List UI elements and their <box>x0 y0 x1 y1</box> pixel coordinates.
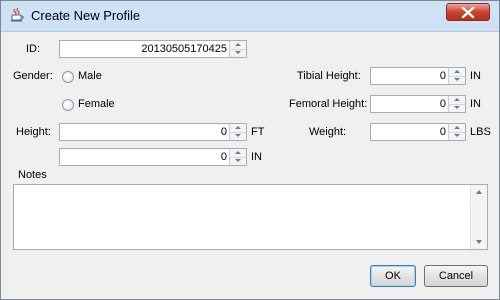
height-in-spinner-arrows <box>229 149 246 165</box>
femoral-spinner-arrows <box>448 96 465 112</box>
tibial-height-unit: IN <box>470 70 481 82</box>
chevron-up-icon <box>235 126 241 129</box>
tibial-spinner-arrows <box>448 68 465 84</box>
id-value[interactable]: 20130505170425 <box>141 43 227 55</box>
height-label: Height: <box>16 126 51 138</box>
femoral-height-label: Femoral Height: <box>289 98 368 110</box>
femoral-decrement-button[interactable] <box>449 104 465 112</box>
chevron-up-icon <box>235 43 241 46</box>
title-bar[interactable]: Create New Profile <box>1 1 499 32</box>
tibial-decrement-button[interactable] <box>449 76 465 84</box>
id-spinner[interactable]: 20130505170425 <box>59 40 247 58</box>
weight-spinner[interactable]: 0 <box>370 123 466 141</box>
weight-label: Weight: <box>309 126 347 138</box>
tibial-height-spinner[interactable]: 0 <box>370 67 466 85</box>
weight-value[interactable]: 0 <box>440 126 446 138</box>
chevron-down-icon <box>454 78 460 81</box>
gender-female-label[interactable]: Female <box>78 98 115 110</box>
tibial-height-label: Tibial Height: <box>297 70 361 82</box>
gender-male-label[interactable]: Male <box>78 70 102 82</box>
height-ft-unit: FT <box>251 126 265 138</box>
chevron-down-icon <box>235 159 241 162</box>
weight-spinner-arrows <box>448 124 465 140</box>
weight-unit: LBS <box>470 126 491 138</box>
height-ft-value[interactable]: 0 <box>221 126 227 138</box>
id-spinner-arrows <box>229 41 246 57</box>
weight-decrement-button[interactable] <box>449 132 465 140</box>
height-ft-spinner[interactable]: 0 <box>59 123 247 141</box>
java-app-icon <box>11 7 24 22</box>
height-ft-spinner-arrows <box>229 124 246 140</box>
height-in-value[interactable]: 0 <box>221 151 227 163</box>
femoral-height-spinner[interactable]: 0 <box>370 95 466 113</box>
chevron-up-icon <box>454 70 460 73</box>
height-in-spinner[interactable]: 0 <box>59 148 247 166</box>
ok-button[interactable]: OK <box>370 265 416 287</box>
height-in-unit: IN <box>251 151 262 163</box>
notes-label: Notes <box>18 169 47 181</box>
chevron-down-icon <box>454 134 460 137</box>
dialog-window: Create New Profile ID: 20130505170425 Ge… <box>0 0 500 300</box>
cancel-button[interactable]: Cancel <box>424 265 488 287</box>
femoral-height-value[interactable]: 0 <box>440 98 446 110</box>
height-in-decrement-button[interactable] <box>230 157 246 165</box>
chevron-up-icon <box>454 126 460 129</box>
chevron-down-icon <box>235 134 241 137</box>
gender-male-radio[interactable] <box>62 71 74 83</box>
scroll-up-icon[interactable] <box>476 190 482 194</box>
gender-label: Gender: <box>13 70 53 82</box>
close-button[interactable] <box>446 3 490 21</box>
window-title: Create New Profile <box>31 8 141 23</box>
id-label: ID: <box>26 43 41 55</box>
gender-female-radio[interactable] <box>62 99 74 111</box>
notes-scrollbar[interactable] <box>470 185 487 249</box>
femoral-height-unit: IN <box>470 98 481 110</box>
dialog-content: ID: 20130505170425 Gender: Male Female T… <box>7 32 493 293</box>
chevron-up-icon <box>235 151 241 154</box>
tibial-height-value[interactable]: 0 <box>440 70 446 82</box>
chevron-down-icon <box>235 51 241 54</box>
chevron-up-icon <box>454 98 460 101</box>
close-icon <box>461 7 475 18</box>
id-decrement-button[interactable] <box>230 49 246 57</box>
notes-textarea[interactable] <box>13 184 488 250</box>
height-ft-decrement-button[interactable] <box>230 132 246 140</box>
chevron-down-icon <box>454 106 460 109</box>
scroll-down-icon[interactable] <box>476 240 482 244</box>
